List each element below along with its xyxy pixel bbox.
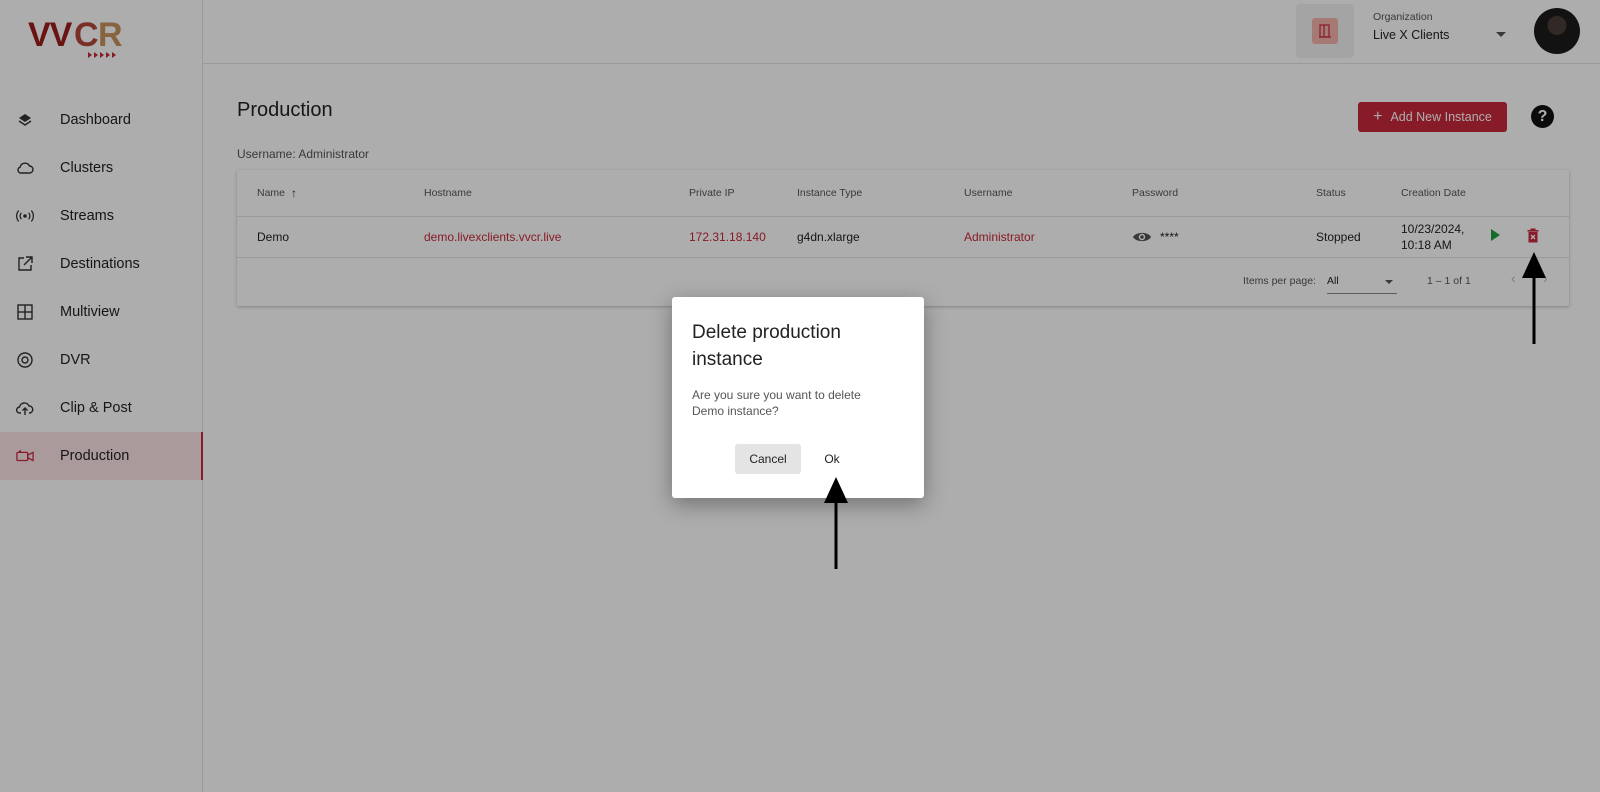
ok-button[interactable]: Ok (812, 444, 852, 474)
annotation-arrow-up-icon (1522, 252, 1546, 344)
dialog-title: Delete production instance (692, 322, 841, 370)
delete-confirm-dialog: Delete production instance Are you sure … (672, 297, 924, 498)
cancel-button[interactable]: Cancel (735, 444, 801, 474)
dialog-message: Are you sure you want to delete Demo ins… (692, 388, 861, 418)
annotation-arrow-up-icon (824, 477, 848, 569)
